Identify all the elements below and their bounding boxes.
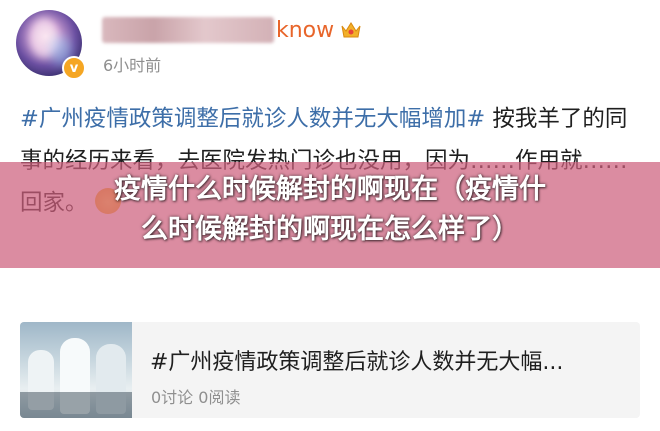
topic-card-title[interactable]: #广州疫情政策调整后就诊人数并无大幅... xyxy=(150,344,563,376)
overlay-caption: 疫情什么时候解封的啊现在（疫情什 么时候解封的啊现在怎么样了） xyxy=(30,170,630,250)
topic-card-stats: 0讨论 0阅读 xyxy=(151,388,241,407)
topic-link-card[interactable]: #广州疫情政策调整后就诊人数并无大幅... 0讨论 0阅读 xyxy=(20,322,640,418)
overlay-caption-line-2: 么时候解封的啊现在怎么样了） xyxy=(141,214,519,245)
overlay-caption-line-1: 疫情什么时候解封的啊现在（疫情什 xyxy=(114,174,546,205)
post-timestamp: 6小时前 xyxy=(103,56,162,75)
verified-badge-icon: v xyxy=(62,56,86,80)
topic-thumbnail xyxy=(20,322,132,418)
post-hashtag[interactable]: #广州疫情政策调整后就诊人数并无大幅增加# xyxy=(20,106,485,132)
author-name-redacted xyxy=(102,17,274,43)
author-name-row[interactable]: know xyxy=(102,14,362,46)
author-name[interactable]: know xyxy=(276,18,334,43)
thumbnail-foreground xyxy=(20,392,132,418)
crown-icon xyxy=(341,22,361,38)
